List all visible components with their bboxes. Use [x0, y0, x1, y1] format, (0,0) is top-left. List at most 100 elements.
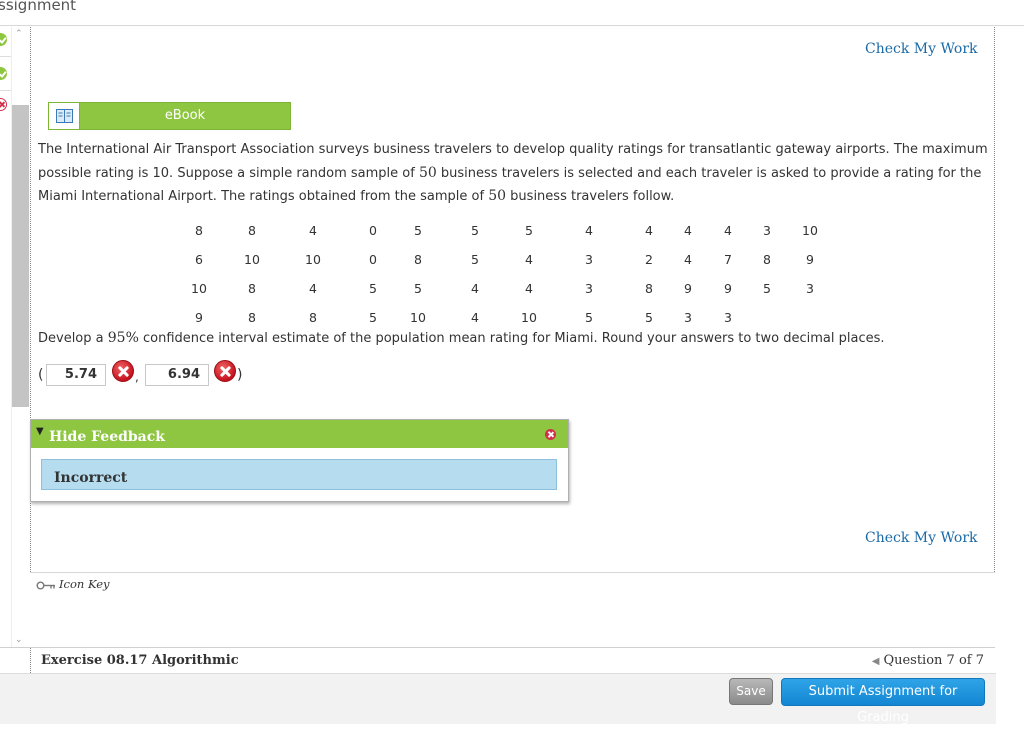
exercise-title: Exercise 08.17 Algorithmic [41, 653, 239, 668]
rating-cell: 9 [724, 281, 732, 296]
rating-cell: 5 [471, 252, 479, 267]
ratings-table: 8 8 4 0 5 5 5 4 4 4 4 3 10 6 10 10 0 8 5 4 3 2 4 7 8 9 10 8 4 5 5 4 4 3 8 9… [178, 216, 826, 332]
close-paren: ) [237, 367, 243, 383]
rating-cell: 4 [309, 223, 317, 238]
rating-cell: 8 [248, 310, 256, 325]
rating-cell: 5 [763, 281, 771, 296]
rating-cell: 10 [802, 223, 818, 238]
rating-cell: 8 [645, 281, 653, 296]
open-paren: ( [38, 367, 44, 383]
rating-cell: 10 [521, 310, 537, 325]
rating-cell: 5 [369, 281, 377, 296]
rating-cell: 10 [410, 310, 426, 325]
rating-cell: 8 [248, 281, 256, 296]
status-divider [0, 90, 11, 91]
confidence-level: 95% [107, 330, 139, 346]
instruction-part: Develop a [38, 331, 108, 346]
rating-cell: 4 [309, 281, 317, 296]
rating-cell: 4 [525, 252, 533, 267]
rating-cell: 6 [195, 252, 203, 267]
answer-comma: , [135, 370, 139, 384]
rating-cell [794, 303, 826, 332]
rating-cell [740, 303, 794, 332]
upper-bound-input[interactable]: 6.94 [145, 364, 209, 386]
ratings-row: 8 8 4 0 5 5 5 4 4 4 4 3 10 [178, 216, 826, 245]
ratings-row: 9 8 8 5 10 4 10 5 5 3 3 [178, 303, 826, 332]
ebook-button[interactable]: eBook [48, 102, 291, 130]
incorrect-answer-icon [214, 360, 236, 382]
save-button[interactable]: Save [729, 678, 773, 705]
sample-size: 50 [418, 164, 437, 181]
previous-arrow-icon[interactable]: ◀ [872, 656, 880, 667]
question-navigation[interactable]: ◀ Question 7 of 7 [872, 653, 984, 668]
collapse-triangle-icon[interactable]: ▼ [36, 426, 44, 437]
rating-cell: 3 [763, 223, 771, 238]
ratings-row: 6 10 10 0 8 5 4 3 2 4 7 8 9 [178, 245, 826, 274]
rating-cell: 10 [191, 281, 207, 296]
rating-cell: 9 [195, 310, 203, 325]
correct-check-icon[interactable] [0, 33, 7, 46]
rating-cell: 5 [525, 223, 533, 238]
status-divider [0, 56, 11, 57]
rating-cell: 4 [684, 252, 692, 267]
rating-cell: 2 [645, 252, 653, 267]
title-bar: ssignment [0, 0, 1024, 26]
feedback-panel: ▼ Hide Feedback Incorrect [30, 419, 569, 502]
instruction-text: Develop a 95% confidence interval estima… [38, 330, 885, 346]
rating-cell: 3 [806, 281, 814, 296]
rating-cell: 5 [585, 310, 593, 325]
vertical-scrollbar[interactable]: ⌃ ⌄ [11, 27, 30, 647]
rating-cell: 0 [369, 223, 377, 238]
question-status-column [0, 27, 11, 647]
rating-cell: 8 [414, 252, 422, 267]
incorrect-x-icon[interactable] [0, 98, 7, 111]
divider [30, 572, 995, 573]
rating-cell: 8 [309, 310, 317, 325]
key-icon [36, 581, 55, 589]
rating-cell: 8 [763, 252, 771, 267]
rating-cell: 3 [585, 252, 593, 267]
rating-cell: 7 [724, 252, 732, 267]
hide-feedback-toggle[interactable]: Hide Feedback [49, 420, 165, 454]
rating-cell: 3 [724, 310, 732, 325]
rating-cell: 0 [369, 252, 377, 267]
book-icon [56, 109, 73, 123]
submit-assignment-button[interactable]: Submit Assignment for Grading [781, 678, 985, 725]
correct-check-icon[interactable] [0, 67, 7, 80]
rating-cell: 9 [806, 252, 814, 267]
rating-cell: 8 [248, 223, 256, 238]
instruction-part: confidence interval estimate of the popu… [138, 331, 885, 346]
rating-cell: 10 [244, 252, 260, 267]
scroll-up-arrow-icon[interactable]: ⌃ [15, 29, 23, 39]
rating-cell: 4 [684, 223, 692, 238]
rating-cell: 8 [195, 223, 203, 238]
rating-cell: 4 [471, 310, 479, 325]
question-nav-label: Question 7 of 7 [883, 653, 984, 668]
icon-key-label: Icon Key [59, 577, 110, 591]
rating-cell: 5 [369, 310, 377, 325]
rating-cell: 9 [684, 281, 692, 296]
feedback-message: Incorrect [54, 470, 128, 486]
lower-bound-input[interactable]: 5.74 [46, 364, 106, 386]
feedback-message-box: Incorrect [41, 459, 557, 490]
problem-statement: The International Air Transport Associat… [38, 139, 988, 209]
rating-cell: 3 [684, 310, 692, 325]
assignment-title: ssignment [0, 0, 77, 14]
rating-cell: 5 [645, 310, 653, 325]
rating-cell: 3 [585, 281, 593, 296]
rating-cell: 4 [585, 223, 593, 238]
rating-cell: 10 [305, 252, 321, 267]
check-my-work-link-top[interactable]: Check My Work [865, 41, 978, 57]
scroll-down-arrow-icon[interactable]: ⌄ [15, 635, 23, 645]
feedback-header[interactable]: ▼ Hide Feedback [31, 420, 568, 448]
rating-cell: 4 [525, 281, 533, 296]
sample-size: 50 [488, 188, 507, 204]
rating-cell: 4 [645, 223, 653, 238]
problem-text-part: business travelers follow. [506, 189, 675, 204]
scrollbar-thumb[interactable] [12, 105, 29, 407]
rating-cell: 5 [414, 281, 422, 296]
icon-key-link[interactable]: Icon Key [36, 577, 110, 591]
check-my-work-link-bottom[interactable]: Check My Work [865, 530, 978, 546]
ratings-row: 10 8 4 5 5 4 4 3 8 9 9 5 3 [178, 274, 826, 303]
close-icon[interactable] [545, 429, 556, 440]
